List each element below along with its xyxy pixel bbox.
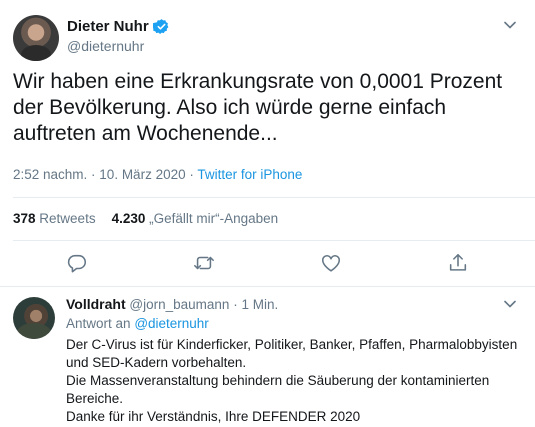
chevron-down-icon[interactable]: [503, 18, 517, 32]
divider: [13, 240, 535, 241]
reply-header: Volldraht @jorn_baumann · 1 Min.: [66, 296, 278, 312]
reply-to-label: Antwort an: [66, 316, 131, 331]
tweet-meta: 2:52 nachm. · 10. März 2020 · Twitter fo…: [13, 167, 302, 182]
author-name-row: Dieter Nuhr: [67, 18, 170, 35]
reply-to-line: Antwort an @dieternuhr: [66, 316, 209, 331]
share-icon[interactable]: [447, 252, 469, 274]
reply-text: Der C-Virus ist für Kinderficker, Politi…: [66, 336, 528, 426]
likes-label: „Gefällt mir“-Angaben: [149, 211, 279, 226]
tweet-date[interactable]: 10. März 2020: [99, 167, 185, 182]
verified-badge-icon: [152, 19, 169, 35]
divider: [0, 286, 535, 287]
reply-time[interactable]: 1 Min.: [241, 297, 278, 312]
meta-separator: ·: [229, 297, 242, 312]
divider: [13, 197, 535, 198]
author-display-name[interactable]: Dieter Nuhr: [67, 18, 149, 35]
reply-author-avatar[interactable]: [13, 297, 55, 339]
tweet-time[interactable]: 2:52 nachm.: [13, 167, 87, 182]
tweet-actions: [0, 252, 535, 276]
chevron-down-icon[interactable]: [503, 297, 517, 311]
reply-author-handle[interactable]: @jorn_baumann: [129, 297, 229, 312]
reply-icon[interactable]: [66, 252, 88, 274]
likes-stat[interactable]: 4.230 „Gefällt mir“-Angaben: [112, 211, 279, 226]
reply-text-line: und SED-Kadern vorbehalten.: [66, 355, 247, 370]
author-avatar[interactable]: [13, 15, 59, 61]
likes-count: 4.230: [111, 211, 146, 226]
retweets-count: 378: [13, 211, 36, 226]
tweet-stats: 378 Retweets 4.230 „Gefällt mir“-Angaben: [13, 211, 278, 226]
tweet-source-link[interactable]: Twitter for iPhone: [197, 167, 302, 182]
retweets-label: Retweets: [39, 211, 96, 226]
reply-author-name[interactable]: Volldraht: [66, 296, 126, 312]
retweet-icon[interactable]: [193, 252, 215, 274]
reply-to-mention[interactable]: @dieternuhr: [134, 316, 209, 331]
reply-text-line: Der C-Virus ist für Kinderficker, Politi…: [66, 337, 518, 352]
reply-text-line: Die Massenveranstaltung behindern die Sä…: [66, 373, 490, 388]
retweets-stat[interactable]: 378 Retweets: [13, 211, 96, 226]
reply-text-line: Danke für ihr Verständnis, Ihre DEFENDER…: [66, 409, 361, 424]
reply-text-line: Bereiche.: [66, 391, 124, 406]
meta-separator: ·: [185, 167, 198, 182]
meta-separator: ·: [87, 167, 100, 182]
author-handle[interactable]: @dieternuhr: [67, 38, 144, 54]
tweet-text: Wir haben eine Erkrankungsrate von 0,000…: [13, 70, 503, 145]
heart-icon[interactable]: [320, 252, 342, 274]
